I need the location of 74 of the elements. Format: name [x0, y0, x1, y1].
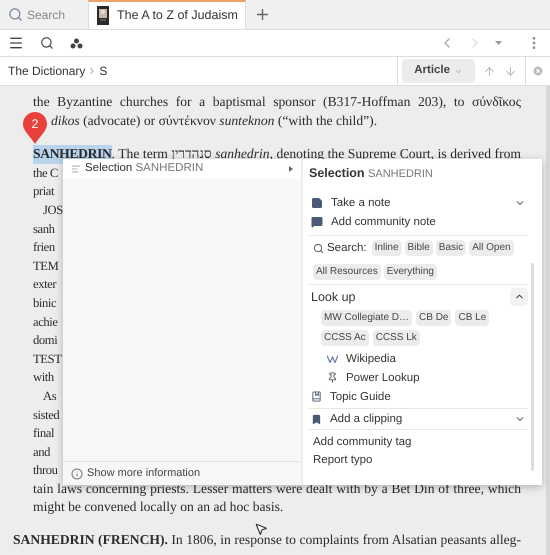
search-icon[interactable]	[40, 36, 54, 50]
paragraph-line: JOS	[42, 202, 63, 217]
menu-icon[interactable]	[8, 35, 24, 51]
paragraph-line: and	[33, 444, 50, 459]
action-link[interactable]: Take a note	[331, 196, 390, 210]
search-chip[interactable]: Inline	[372, 240, 402, 256]
paragraph-line: priat	[33, 184, 54, 198]
search-icon	[313, 242, 324, 254]
paragraph-line: binic	[33, 296, 56, 310]
search-chip[interactable]: All Open	[469, 240, 514, 256]
search-icon	[8, 7, 23, 22]
submenu-arrow-icon	[289, 166, 293, 172]
paragraph-line: the Byzantine churches for a baptismal sponsor (B317-Hoffman 203), to σύνδῖκος	[33, 93, 521, 111]
paragraph-line: TEST	[33, 352, 62, 366]
comment-icon	[311, 216, 323, 228]
paragraph-line: might be convened locally on an ad hoc basis.	[33, 498, 284, 516]
action-link[interactable]: Add a clipping	[330, 412, 402, 426]
wikipedia-icon	[327, 354, 338, 362]
plus-icon	[254, 6, 271, 23]
down-arrow-icon[interactable]	[504, 64, 517, 78]
paragraph-line: domi	[33, 333, 58, 348]
search-chip[interactable]: MW Collegiate D…	[321, 310, 412, 326]
paragraph-line: final	[33, 426, 54, 440]
search-chip[interactable]: CB De	[416, 310, 452, 326]
search-chip[interactable]: Bible	[404, 240, 433, 256]
dictionary-entry: SANHEDRIN (FRENCH). In 1806, in response to complaints from Alsatian peasants alleg-	[13, 531, 521, 550]
lookup-link[interactable]: Wikipedia	[346, 352, 396, 366]
paragraph-line: sisted	[33, 408, 60, 422]
paragraph-line: dikos (advocate) or σύντέκνον sunteknon (“with the child”).	[51, 112, 378, 130]
paragraph-line: sanh	[33, 222, 54, 236]
lookup-link[interactable]: Power Lookup	[346, 370, 420, 384]
search-label: Search:	[327, 241, 367, 255]
info-icon	[71, 468, 83, 480]
up-arrow-icon[interactable]	[483, 64, 496, 78]
menu-item[interactable]: Selection SANHEDRIN	[63, 159, 301, 179]
dropdown-icon[interactable]	[495, 41, 502, 45]
mouse-cursor-icon	[254, 522, 268, 536]
paragraph-line: TEM	[33, 258, 58, 273]
paragraph-line: throu	[33, 463, 58, 478]
search-chip[interactable]: Everything	[384, 264, 437, 280]
note-icon	[311, 196, 323, 208]
search-chip[interactable]: CB Le	[455, 310, 490, 326]
paragraph-line: achie	[33, 314, 58, 329]
search-chip[interactable]: CCSS Ac	[321, 330, 369, 346]
breadcrumb-link[interactable]: S	[99, 62, 108, 80]
topic-guide-link[interactable]: Topic Guide	[330, 390, 391, 404]
panel-title: Selection SANHEDRIN	[309, 165, 433, 182]
paragraph-line: the C	[33, 166, 58, 180]
footer-link[interactable]: Report typo	[313, 451, 372, 469]
paragraph-line: As	[42, 388, 56, 403]
collapse-button[interactable]	[510, 288, 528, 306]
paragraph-line: with	[33, 370, 54, 384]
text-icon	[71, 164, 81, 174]
footer-link[interactable]: Add community tag	[313, 433, 412, 451]
scrollbar[interactable]	[531, 263, 534, 471]
paragraph-line: frien	[33, 240, 55, 254]
search-chip[interactable]: CCSS Lk	[372, 330, 420, 346]
section-title: Look up	[311, 290, 356, 304]
action-link[interactable]: Add community note	[331, 214, 436, 228]
close-icon[interactable]	[532, 65, 544, 77]
book-icon	[311, 391, 322, 402]
article-dropdown[interactable]: Article	[402, 59, 475, 83]
pin-icon	[327, 372, 338, 383]
document-tab[interactable]: The A to Z of Judaism	[88, 0, 246, 29]
search-chip[interactable]: All Resources	[313, 264, 381, 280]
clipping-icon	[311, 414, 322, 424]
paragraph-line: exter	[33, 277, 56, 292]
panels-icon[interactable]	[70, 38, 83, 48]
breadcrumb-link[interactable]: The Dictionary	[8, 62, 86, 80]
search-chip[interactable]: Basic	[436, 240, 466, 256]
show-more-link[interactable]: Show more information	[87, 465, 200, 482]
tab-label: The A to Z of Judaism	[117, 7, 238, 24]
annotation-marker[interactable]: 2	[22, 112, 48, 144]
tab-label: Search	[27, 6, 66, 24]
